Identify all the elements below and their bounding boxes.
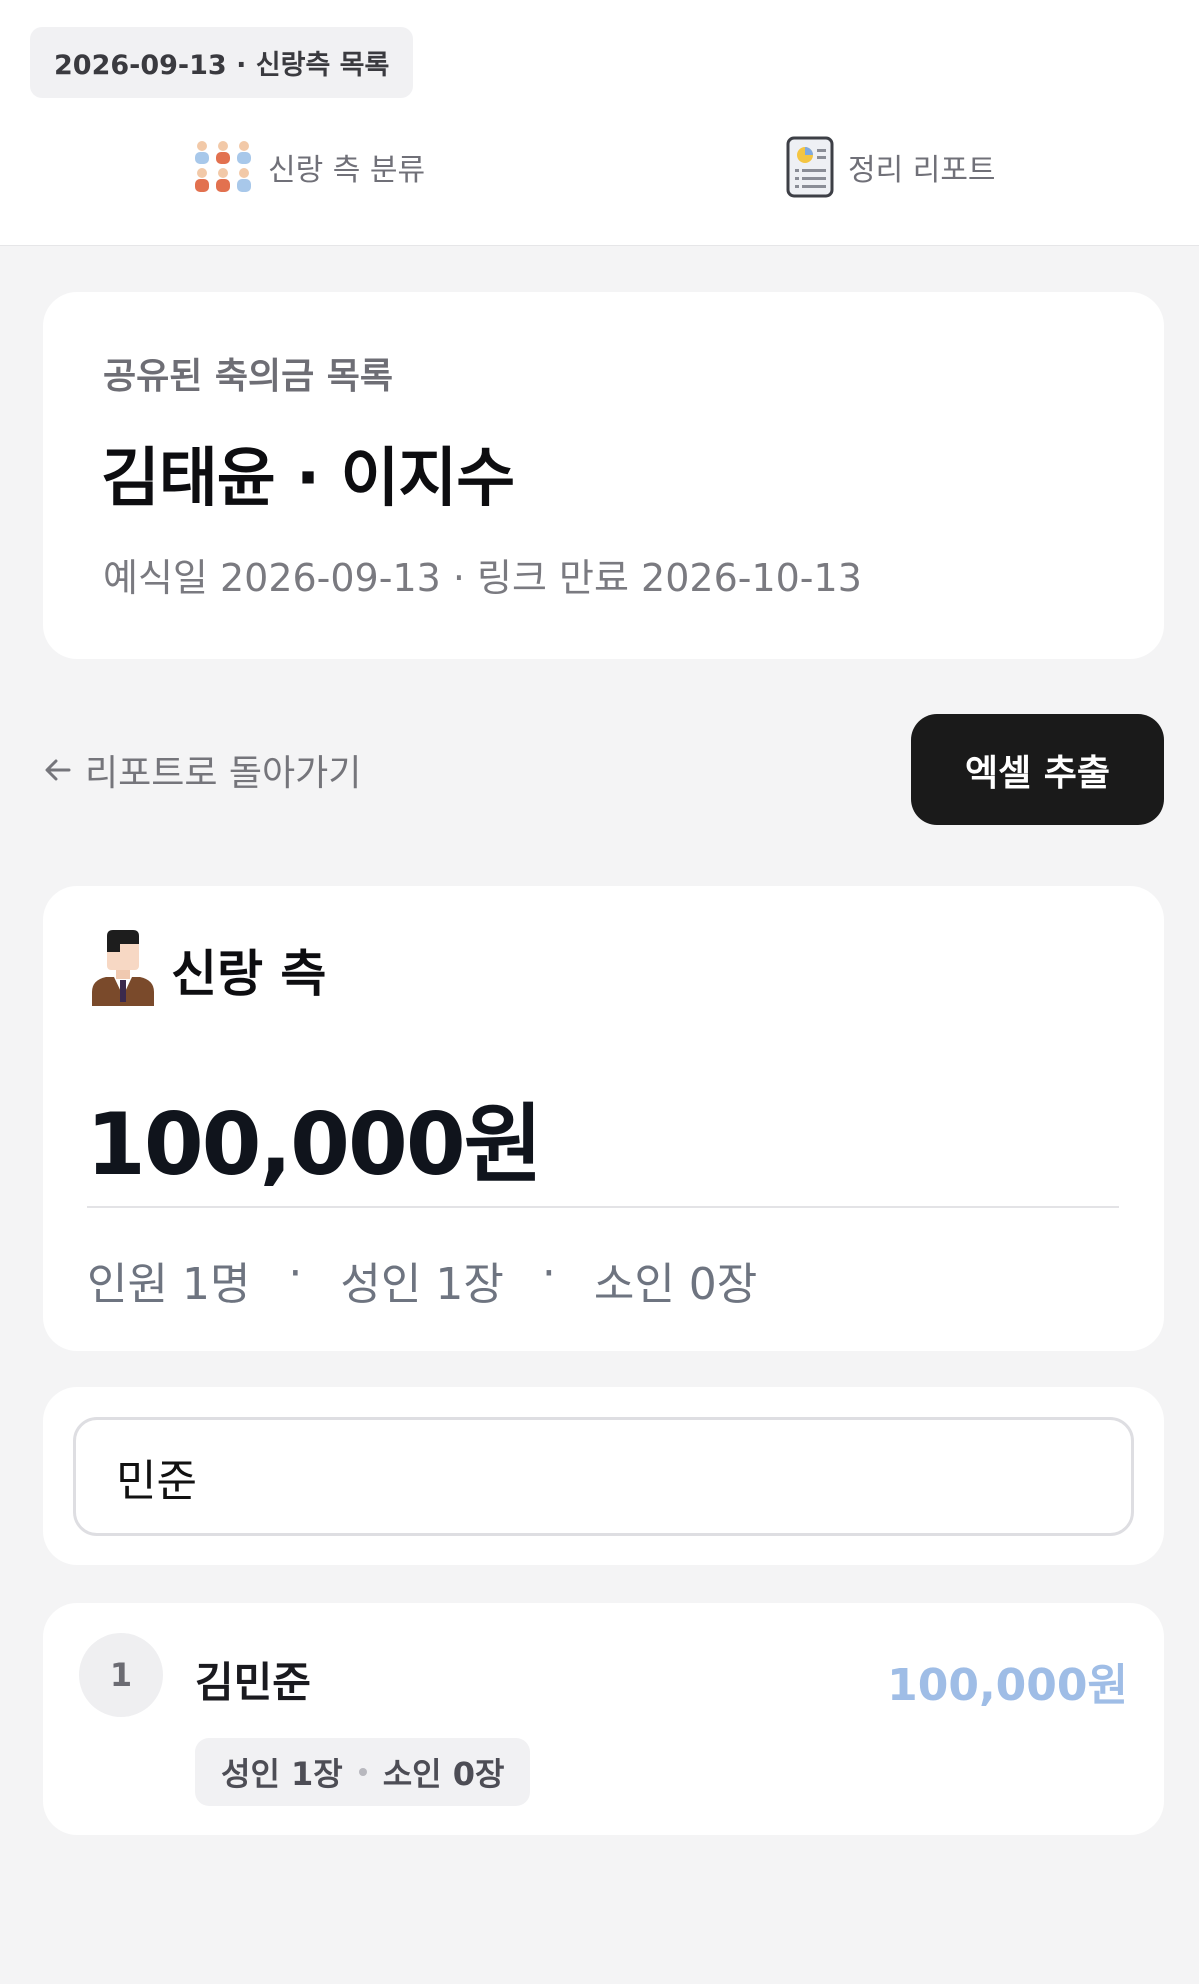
side-title: 신랑 측 bbox=[171, 945, 327, 1003]
guest-count: 인원 1명 bbox=[87, 1259, 251, 1310]
tab-label: 정리 리포트 bbox=[848, 153, 996, 188]
back-to-report-link[interactable]: 리포트로 돌아가기 bbox=[43, 745, 361, 795]
meal-ticket-chip: 성인 1장 소인 0장 bbox=[195, 1738, 531, 1806]
search-input[interactable] bbox=[73, 1417, 1134, 1536]
separator-dot: · bbox=[288, 1248, 303, 1299]
shared-list-header-card: 공유된 축의금 목록 김태윤 · 이지수 예식일 2026-09-13 · 링크… bbox=[43, 292, 1164, 659]
groom-side-summary-card: 신랑 측 100,000원 인원 1명 · 성인 1장 · 소인 0장 bbox=[43, 886, 1164, 1351]
guest-name: 김민준 bbox=[195, 1658, 311, 1707]
people-group-icon bbox=[195, 141, 251, 192]
row-index-badge: 1 bbox=[79, 1633, 163, 1717]
report-document-icon bbox=[786, 136, 834, 198]
date-chip: 2026-09-13 · 신랑측 목록 bbox=[30, 27, 414, 98]
separator-dot: · bbox=[541, 1248, 556, 1299]
gift-amount: 100,000원 bbox=[887, 1660, 1128, 1711]
search-card bbox=[43, 1387, 1164, 1565]
child-ticket: 소인 0장 bbox=[382, 1755, 505, 1793]
child-ticket-count: 소인 0장 bbox=[593, 1259, 758, 1310]
adult-ticket-count: 성인 1장 bbox=[340, 1259, 504, 1310]
wedding-meta: 예식일 2026-09-13 · 링크 만료 2026-10-13 bbox=[103, 556, 862, 600]
back-link-label: 리포트로 돌아가기 bbox=[85, 753, 362, 794]
arrow-left-icon bbox=[45, 759, 71, 781]
tab-label: 신랑 측 분류 bbox=[268, 153, 426, 188]
tab-groom-classification[interactable]: 신랑 측 분류 bbox=[192, 134, 425, 200]
summary-stats: 인원 1명 · 성인 1장 · 소인 0장 bbox=[87, 1248, 757, 1312]
total-amount: 100,000원 bbox=[86, 1095, 543, 1195]
adult-ticket: 성인 1장 bbox=[221, 1755, 343, 1793]
page-subtitle: 공유된 축의금 목록 bbox=[103, 356, 394, 397]
excel-export-button[interactable]: 엑셀 추출 bbox=[911, 714, 1164, 825]
groom-avatar-icon bbox=[92, 930, 154, 1006]
top-bar: 2026-09-13 · 신랑측 목록 신랑 측 분류 정리 리포트 bbox=[0, 0, 1199, 246]
list-item[interactable]: 1 김민준 100,000원 성인 1장 소인 0장 bbox=[43, 1603, 1164, 1835]
separator-dot bbox=[358, 1768, 367, 1776]
tab-summary-report[interactable]: 정리 리포트 bbox=[786, 134, 996, 200]
page-title: 김태윤 · 이지수 bbox=[101, 442, 515, 516]
divider bbox=[87, 1206, 1119, 1208]
